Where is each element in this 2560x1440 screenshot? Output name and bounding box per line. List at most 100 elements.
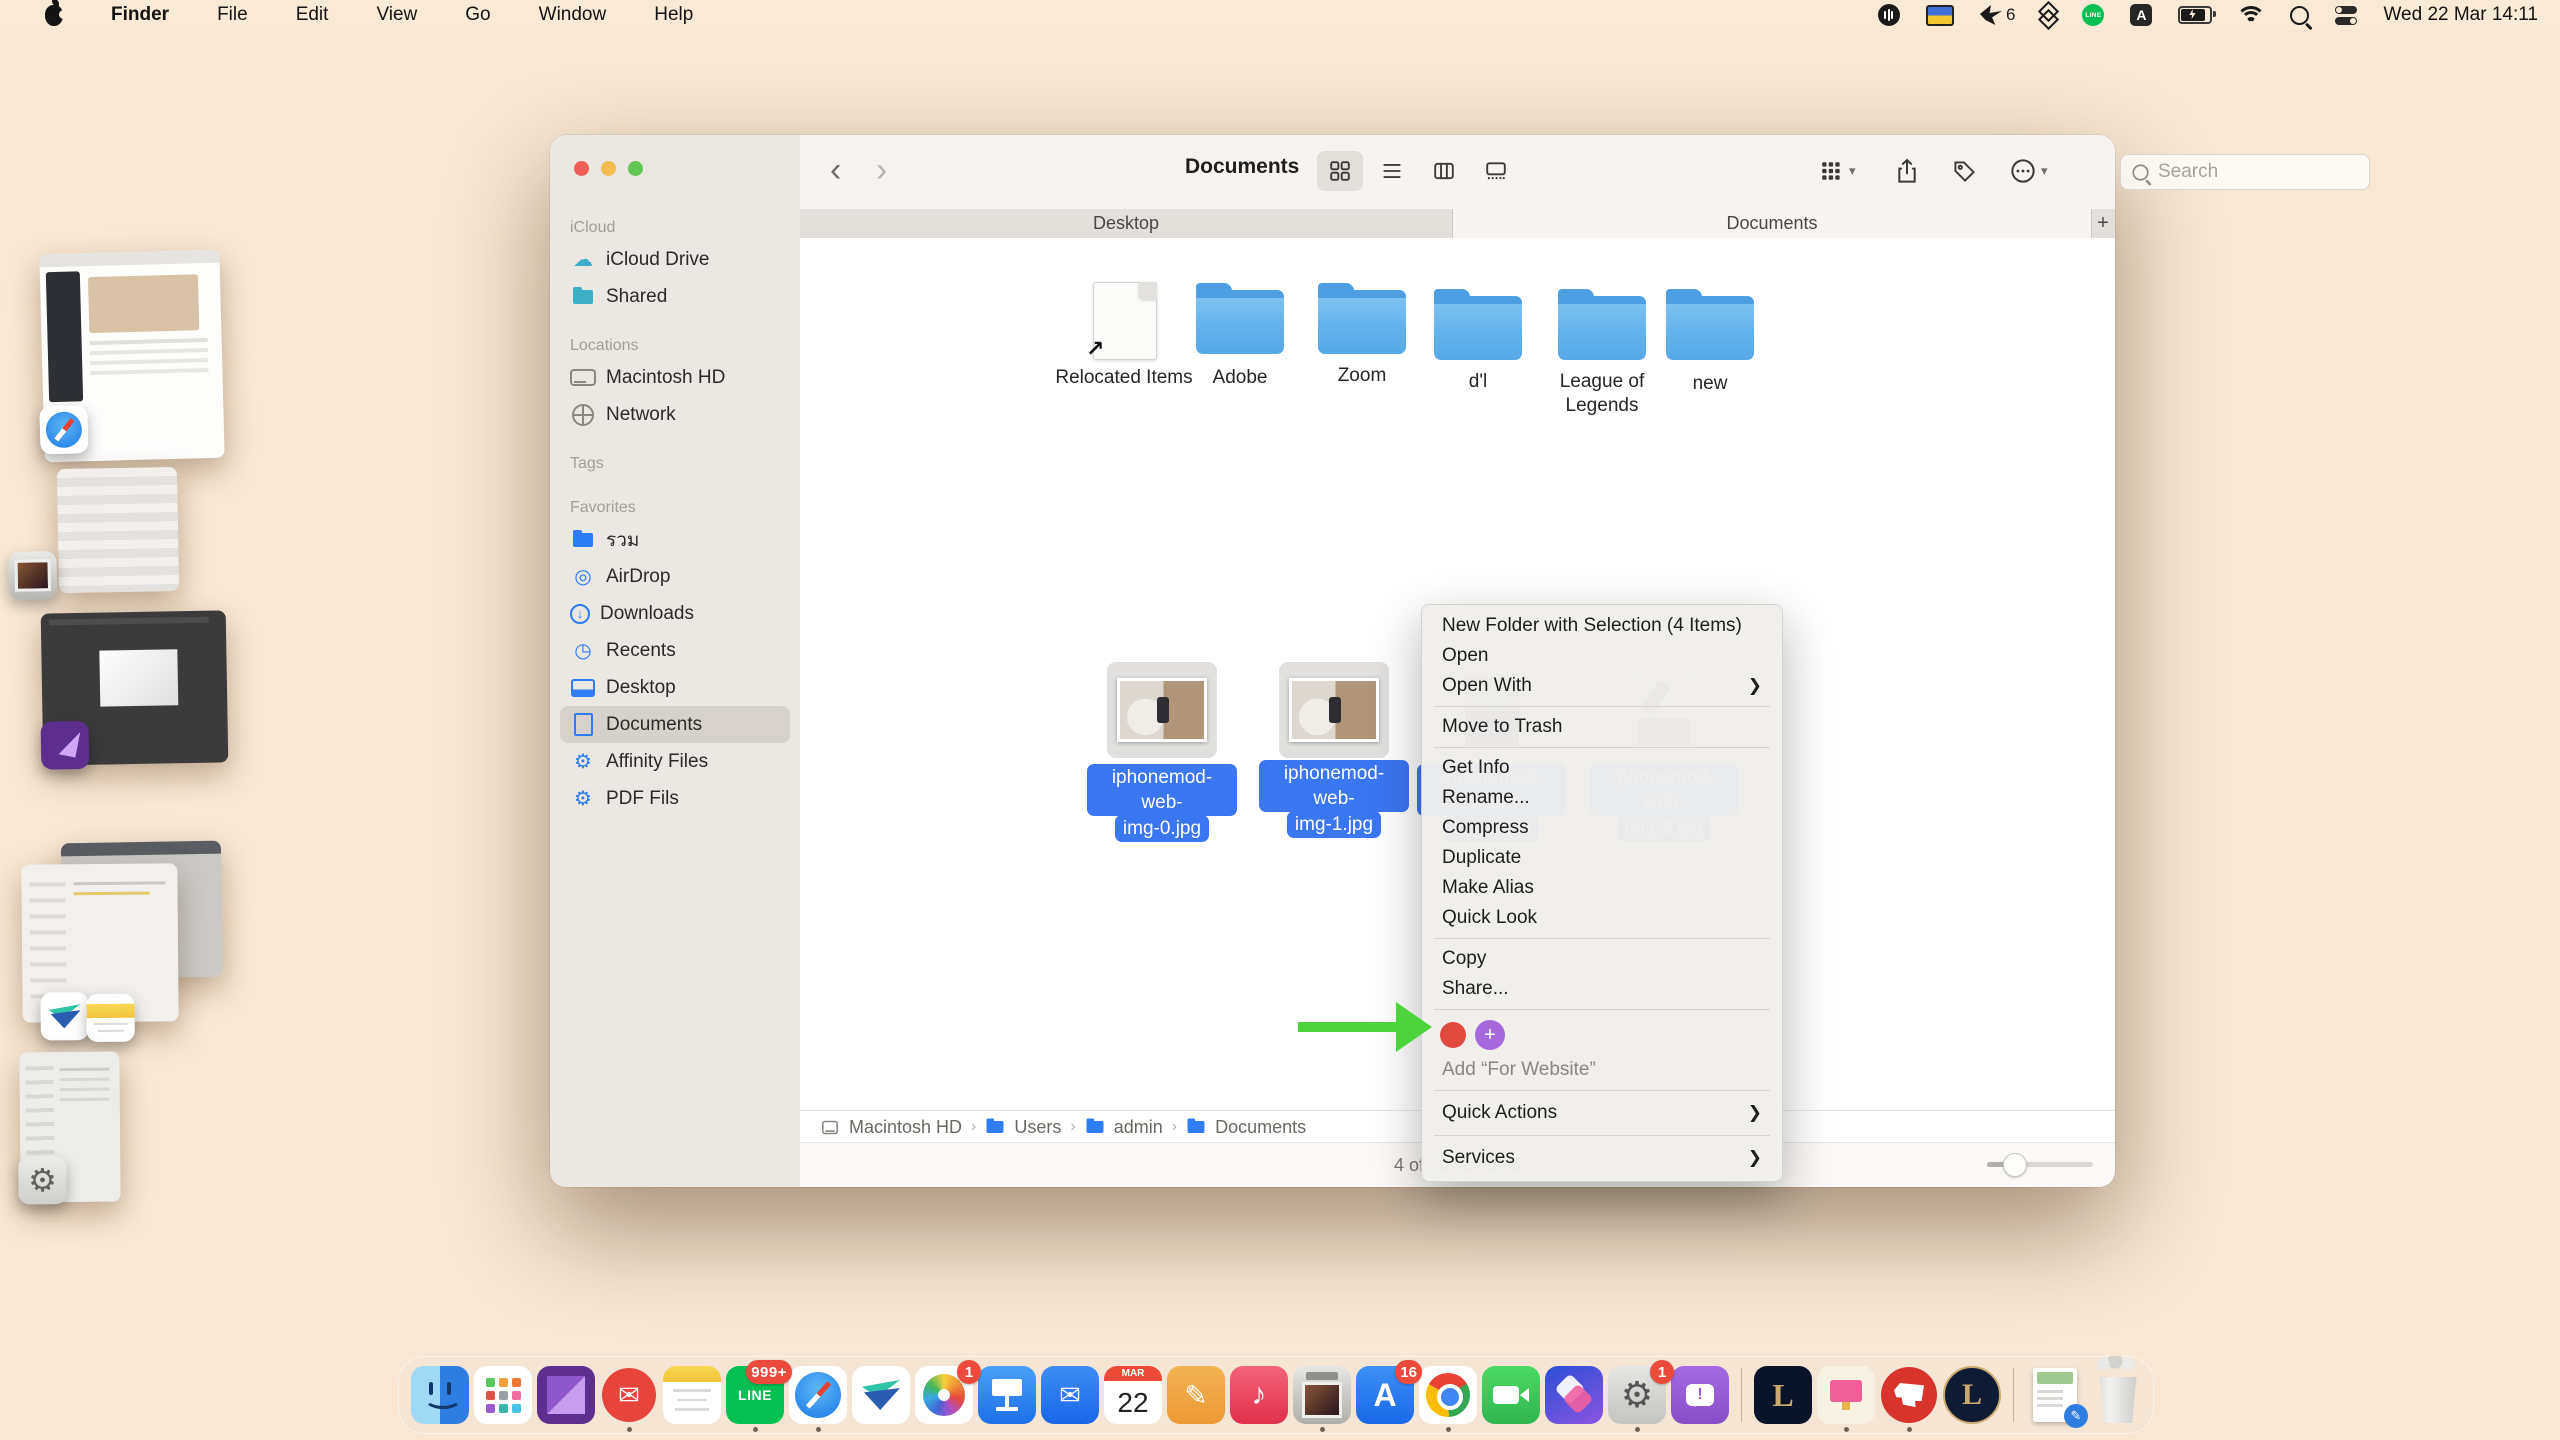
menu-item-new-folder-with-selection[interactable]: New Folder with Selection (4 Items) bbox=[1422, 611, 1782, 641]
path-item-admin[interactable]: admin bbox=[1114, 1117, 1163, 1138]
dock-cleanmymac-icon[interactable] bbox=[1817, 1366, 1875, 1424]
minimized-settings-window[interactable]: ⚙ bbox=[19, 1052, 120, 1203]
battery-icon[interactable] bbox=[2178, 6, 2212, 24]
file-iphonemod-web-img-1[interactable] bbox=[1279, 662, 1389, 758]
menu-item-duplicate[interactable]: Duplicate bbox=[1422, 843, 1782, 873]
icon-size-slider[interactable] bbox=[1987, 1162, 2093, 1167]
sidebar-item-documents[interactable]: Documents bbox=[560, 706, 790, 743]
dock-launchpad-icon[interactable] bbox=[474, 1366, 532, 1424]
sidebar-item-network[interactable]: Network bbox=[560, 396, 790, 433]
menu-view[interactable]: View bbox=[376, 4, 417, 26]
dock-music-icon[interactable]: ♪ bbox=[1230, 1366, 1288, 1424]
dock-feedback-icon[interactable]: ! bbox=[1671, 1366, 1729, 1424]
path-item-macintosh-hd[interactable]: Macintosh HD bbox=[849, 1117, 962, 1138]
menu-bar-clock[interactable]: Wed 22 Mar 14:11 bbox=[2383, 4, 2538, 26]
more-actions-button[interactable]: ▾ bbox=[2010, 151, 2048, 191]
sidebar-item-pdf-fils[interactable]: ⚙PDF Fils bbox=[560, 780, 790, 817]
add-tag-button[interactable]: + bbox=[1475, 1020, 1505, 1050]
minimized-notes-window[interactable] bbox=[21, 863, 178, 1022]
file-iphonemod-web-img-0[interactable] bbox=[1107, 662, 1217, 758]
dock-notes-icon[interactable] bbox=[663, 1366, 721, 1424]
minimize-button[interactable] bbox=[601, 161, 616, 176]
dock-app-store-icon[interactable]: A16 bbox=[1356, 1366, 1414, 1424]
menu-item-move-to-trash[interactable]: Move to Trash bbox=[1422, 712, 1782, 742]
menu-item-services[interactable]: Services❯ bbox=[1422, 1141, 1782, 1175]
menu-window[interactable]: Window bbox=[539, 4, 607, 26]
dock-mail-red-icon[interactable]: ✉ bbox=[600, 1366, 658, 1424]
dock-safari-icon[interactable] bbox=[789, 1366, 847, 1424]
folder-adobe[interactable] bbox=[1196, 290, 1284, 354]
dock-calendar-icon[interactable]: MAR22 bbox=[1104, 1366, 1162, 1424]
dock-facetime-icon[interactable] bbox=[1482, 1366, 1540, 1424]
menu-item-add-for-website-tag[interactable]: Add “For Website” bbox=[1422, 1055, 1782, 1085]
sidebar-item-shared[interactable]: Shared bbox=[560, 278, 790, 315]
menu-help[interactable]: Help bbox=[654, 4, 693, 26]
tab-desktop[interactable]: Desktop bbox=[800, 209, 1453, 238]
display-status-icon[interactable] bbox=[1926, 5, 1954, 26]
gallery-view-button[interactable] bbox=[1473, 151, 1519, 191]
red-tag-button[interactable] bbox=[1440, 1022, 1466, 1048]
sidebar-item-downloads[interactable]: ↓Downloads bbox=[560, 595, 790, 632]
search-field[interactable]: Search bbox=[2120, 154, 2370, 190]
folder-zoom[interactable] bbox=[1318, 290, 1406, 354]
dock-system-settings-icon[interactable]: ⚙1 bbox=[1608, 1366, 1666, 1424]
wifi-icon[interactable] bbox=[2238, 6, 2264, 24]
menu-item-quick-look[interactable]: Quick Look bbox=[1422, 903, 1782, 933]
dock-keynote-icon[interactable] bbox=[978, 1366, 1036, 1424]
menu-file[interactable]: File bbox=[217, 4, 248, 26]
path-item-documents[interactable]: Documents bbox=[1215, 1117, 1306, 1138]
group-by-button[interactable]: ▾ bbox=[1820, 151, 1856, 191]
stack-status-icon[interactable] bbox=[2041, 4, 2056, 27]
spotlight-icon[interactable] bbox=[2290, 6, 2309, 25]
menu-item-rename[interactable]: Rename... bbox=[1422, 783, 1782, 813]
dock-riot-games-icon[interactable] bbox=[1880, 1366, 1938, 1424]
menu-item-get-info[interactable]: Get Info bbox=[1422, 753, 1782, 783]
sidebar-item-macintosh-hd[interactable]: Macintosh HD bbox=[560, 359, 790, 396]
sidebar-item-recents[interactable]: ◷Recents bbox=[560, 632, 790, 669]
menu-item-compress[interactable]: Compress bbox=[1422, 813, 1782, 843]
dock-apple-mail-icon[interactable]: ✉ bbox=[1041, 1366, 1099, 1424]
folder-new[interactable] bbox=[1666, 296, 1754, 360]
dock-line-icon[interactable]: LINE999+ bbox=[726, 1366, 784, 1424]
close-button[interactable] bbox=[574, 161, 589, 176]
tab-documents[interactable]: Documents bbox=[1453, 209, 2092, 238]
sidebar-item-affinity-files[interactable]: ⚙Affinity Files bbox=[560, 743, 790, 780]
status-app-icon[interactable] bbox=[1878, 4, 1900, 26]
menu-item-open[interactable]: Open bbox=[1422, 641, 1782, 671]
menu-item-share[interactable]: Share... bbox=[1422, 974, 1782, 1004]
path-item-users[interactable]: Users bbox=[1014, 1117, 1061, 1138]
folder-league-of-legends[interactable] bbox=[1558, 296, 1646, 360]
icon-view-button[interactable] bbox=[1317, 151, 1363, 191]
menu-item-open-with[interactable]: Open With❯ bbox=[1422, 671, 1782, 701]
menu-item-copy[interactable]: Copy bbox=[1422, 944, 1782, 974]
share-button[interactable] bbox=[1895, 151, 1919, 191]
dock-pages-icon[interactable]: ✎ bbox=[1167, 1366, 1225, 1424]
dock-photo-booth-icon[interactable] bbox=[1293, 1366, 1351, 1424]
folder-label[interactable]: new bbox=[1640, 372, 1780, 396]
sidebar-item-ruam[interactable]: รวม bbox=[560, 521, 790, 558]
control-center-icon[interactable] bbox=[2335, 6, 2357, 25]
folder-label[interactable]: Adobe bbox=[1170, 366, 1310, 390]
sidebar-item-airdrop[interactable]: ◎AirDrop bbox=[560, 558, 790, 595]
new-tab-button[interactable]: + bbox=[2092, 209, 2114, 238]
column-view-button[interactable] bbox=[1421, 151, 1467, 191]
dock-finder-icon[interactable] bbox=[411, 1366, 469, 1424]
dock-affinity-photo-icon[interactable] bbox=[537, 1366, 595, 1424]
folder-label[interactable]: d'l bbox=[1408, 370, 1548, 394]
forward-button[interactable]: › bbox=[876, 147, 887, 193]
minimized-photobooth-window[interactable] bbox=[57, 467, 179, 593]
tags-button[interactable] bbox=[1952, 151, 1977, 191]
input-source-icon[interactable]: A bbox=[2130, 4, 2152, 26]
dock-recent-document-icon[interactable]: ✎ bbox=[2026, 1366, 2084, 1424]
dock-mail-client-icon[interactable] bbox=[852, 1366, 910, 1424]
menu-item-quick-actions[interactable]: Quick Actions❯ bbox=[1422, 1096, 1782, 1130]
minimized-safari-window[interactable] bbox=[39, 250, 224, 463]
sidebar-item-desktop[interactable]: Desktop bbox=[560, 669, 790, 706]
list-view-button[interactable] bbox=[1369, 151, 1415, 191]
dock-photos-icon[interactable]: 1 bbox=[915, 1366, 973, 1424]
menu-app-name[interactable]: Finder bbox=[111, 4, 169, 26]
folder-dl[interactable] bbox=[1434, 296, 1522, 360]
minimized-affinity-window[interactable] bbox=[41, 610, 229, 765]
dock-shortcuts-icon[interactable] bbox=[1545, 1366, 1603, 1424]
back-button[interactable]: ‹ bbox=[830, 147, 841, 193]
